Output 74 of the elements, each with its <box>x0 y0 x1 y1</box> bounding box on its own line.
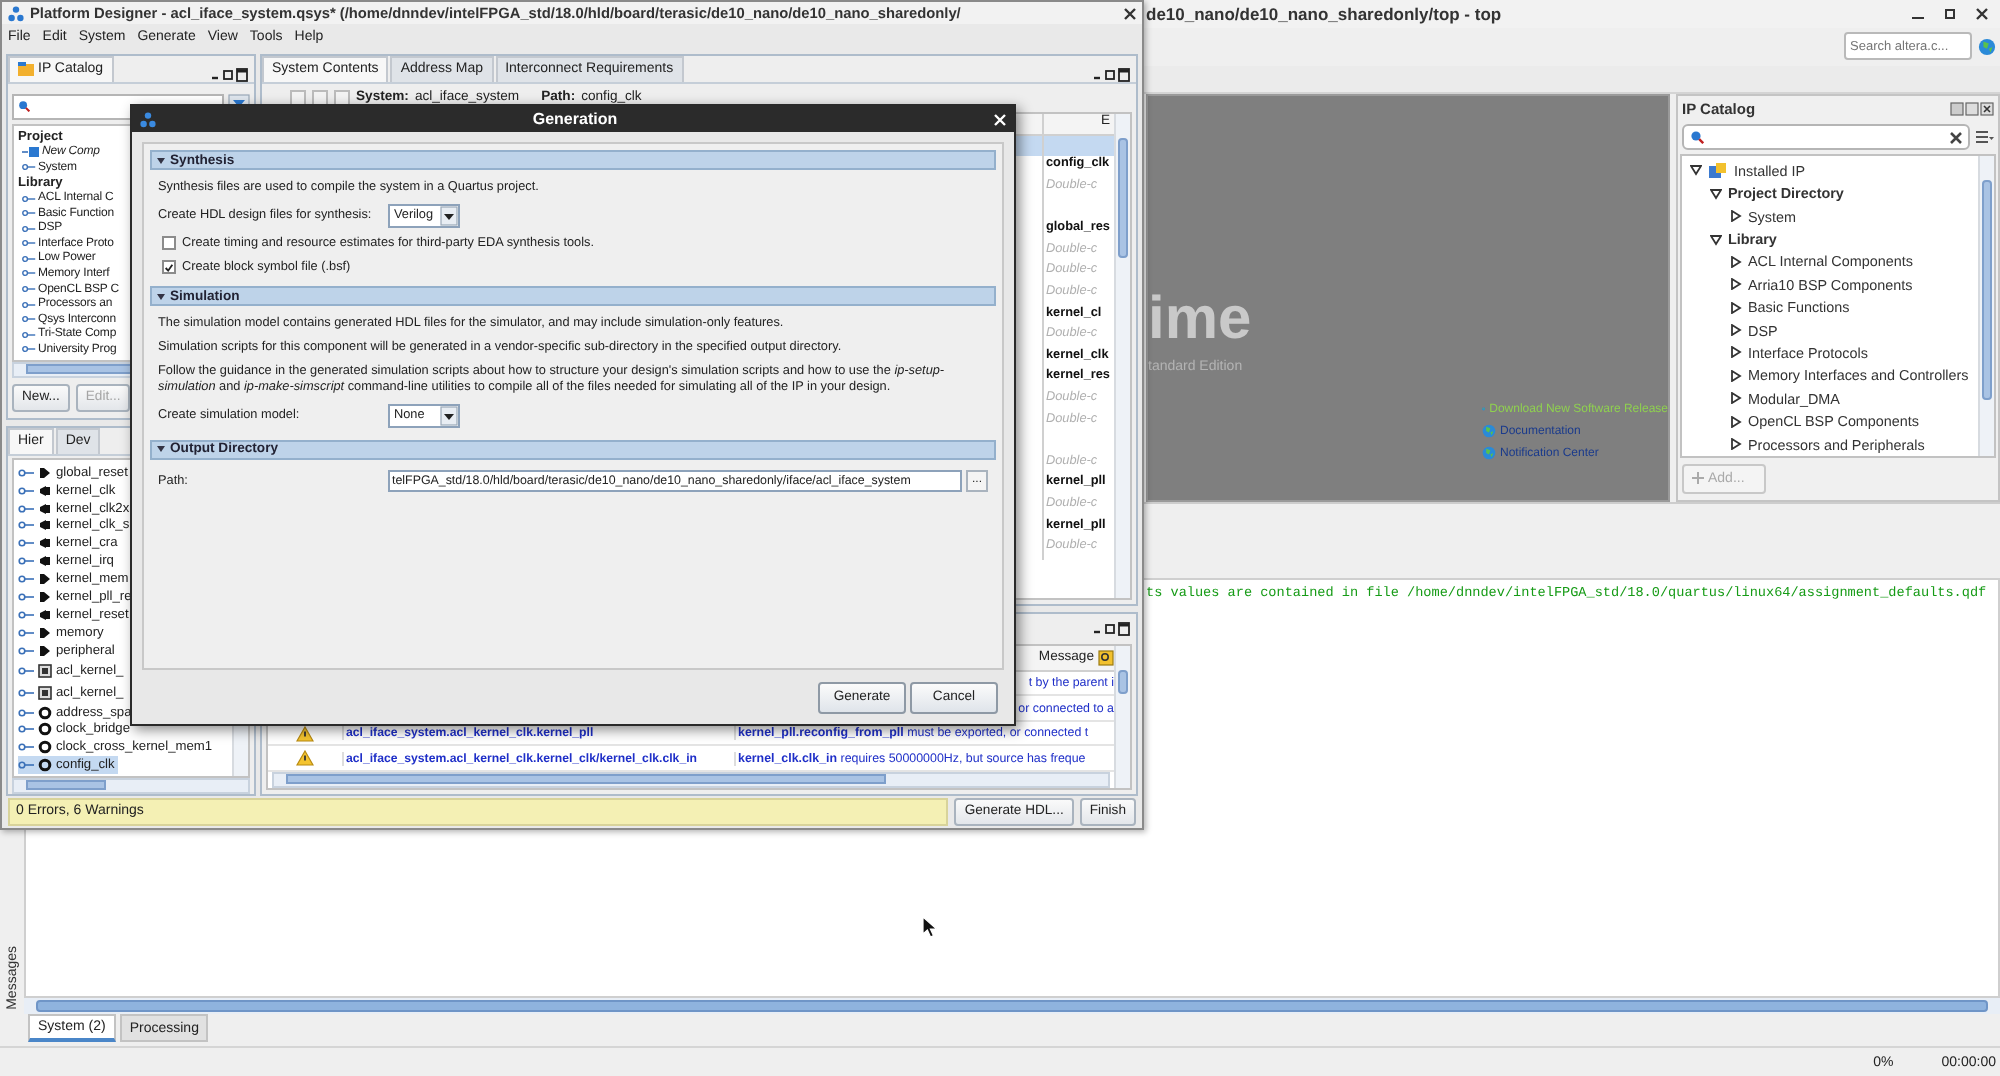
search-icon <box>1690 130 1704 145</box>
dialog-title: Generation <box>530 110 620 128</box>
plus-icon <box>1692 472 1704 485</box>
pointer-icon <box>922 915 938 938</box>
port-icon <box>18 483 52 498</box>
connector-icon <box>22 299 36 310</box>
instance-icon <box>18 740 52 755</box>
connector-icon <box>22 208 36 219</box>
collapsed-triangle-icon[interactable] <box>1730 210 1742 223</box>
collapse-triangle-icon[interactable] <box>156 155 166 165</box>
scrollbar-thumb[interactable] <box>36 999 1988 1012</box>
collapsed-triangle-icon[interactable] <box>1730 438 1742 451</box>
collapsed-triangle-icon[interactable] <box>1730 346 1742 359</box>
maximize-icon[interactable] <box>1944 7 1956 20</box>
caret-icon <box>440 405 458 426</box>
instance-icon <box>18 758 52 773</box>
connector-icon <box>22 344 36 355</box>
caret-icon <box>440 205 458 226</box>
scrollbar-thumb[interactable] <box>1118 137 1128 258</box>
port-icon <box>18 465 52 480</box>
window-title: de10_nano/de10_nano_sharedonly/top - top <box>1146 3 1504 24</box>
connector-icon <box>22 193 36 204</box>
collapsed-triangle-icon[interactable] <box>1730 255 1742 268</box>
module-icon <box>18 685 52 700</box>
collapsed-triangle-icon[interactable] <box>1730 324 1742 337</box>
collapsed-triangle-icon[interactable] <box>1730 392 1742 405</box>
collapse-triangle-icon[interactable] <box>156 291 166 302</box>
clear-icon[interactable] <box>1950 131 1962 144</box>
pane-controls-icon[interactable] <box>212 67 248 82</box>
connector-icon <box>22 268 36 279</box>
expanded-triangle-icon[interactable] <box>1710 233 1722 245</box>
port-icon <box>18 572 52 587</box>
module-icon <box>18 663 52 678</box>
globe-icon <box>1482 446 1496 461</box>
ip-icon <box>1708 161 1728 180</box>
expanded-triangle-icon[interactable] <box>1690 164 1702 177</box>
port-icon <box>18 554 52 569</box>
connector-icon <box>22 238 36 249</box>
app-icon <box>8 5 24 22</box>
pane-controls-icon[interactable] <box>1094 67 1130 82</box>
connector-icon <box>22 162 36 173</box>
checkbox[interactable] <box>162 236 176 251</box>
close-icon[interactable] <box>1976 7 1988 20</box>
port-icon <box>18 536 52 551</box>
globe-icon <box>1978 37 1996 56</box>
collapsed-triangle-icon[interactable] <box>1730 278 1742 291</box>
close-icon[interactable] <box>1124 7 1136 20</box>
scrollbar-thumb[interactable] <box>286 774 886 785</box>
scrollbar-thumb[interactable] <box>26 780 106 791</box>
scrollbar-thumb[interactable] <box>1982 179 1992 400</box>
search-field[interactable] <box>1682 124 1970 151</box>
pane-controls-icon[interactable] <box>1094 621 1130 636</box>
collapsed-triangle-icon[interactable] <box>1730 415 1742 428</box>
filter-icon[interactable] <box>1098 649 1114 666</box>
logo-text: ime <box>1148 288 1252 353</box>
new-component-icon <box>22 146 40 159</box>
connector-icon <box>22 329 36 340</box>
expanded-triangle-icon[interactable] <box>1710 187 1722 200</box>
collapse-triangle-icon[interactable] <box>156 444 166 455</box>
globe-icon <box>1482 424 1496 439</box>
app-icon <box>140 111 156 127</box>
menu-icon[interactable] <box>1976 130 1994 145</box>
connector-icon <box>22 253 36 264</box>
collapsed-triangle-icon[interactable] <box>1730 369 1742 382</box>
catalog-icon <box>18 62 34 77</box>
checkbox[interactable] <box>162 259 176 274</box>
search-icon <box>18 100 30 113</box>
port-icon <box>18 625 52 640</box>
collapsed-triangle-icon[interactable] <box>1730 301 1742 314</box>
connector-icon <box>22 314 36 325</box>
connector-icon <box>22 223 36 234</box>
port-icon <box>18 643 52 658</box>
scrollbar-thumb[interactable] <box>1118 669 1128 694</box>
connector-icon <box>22 284 36 295</box>
